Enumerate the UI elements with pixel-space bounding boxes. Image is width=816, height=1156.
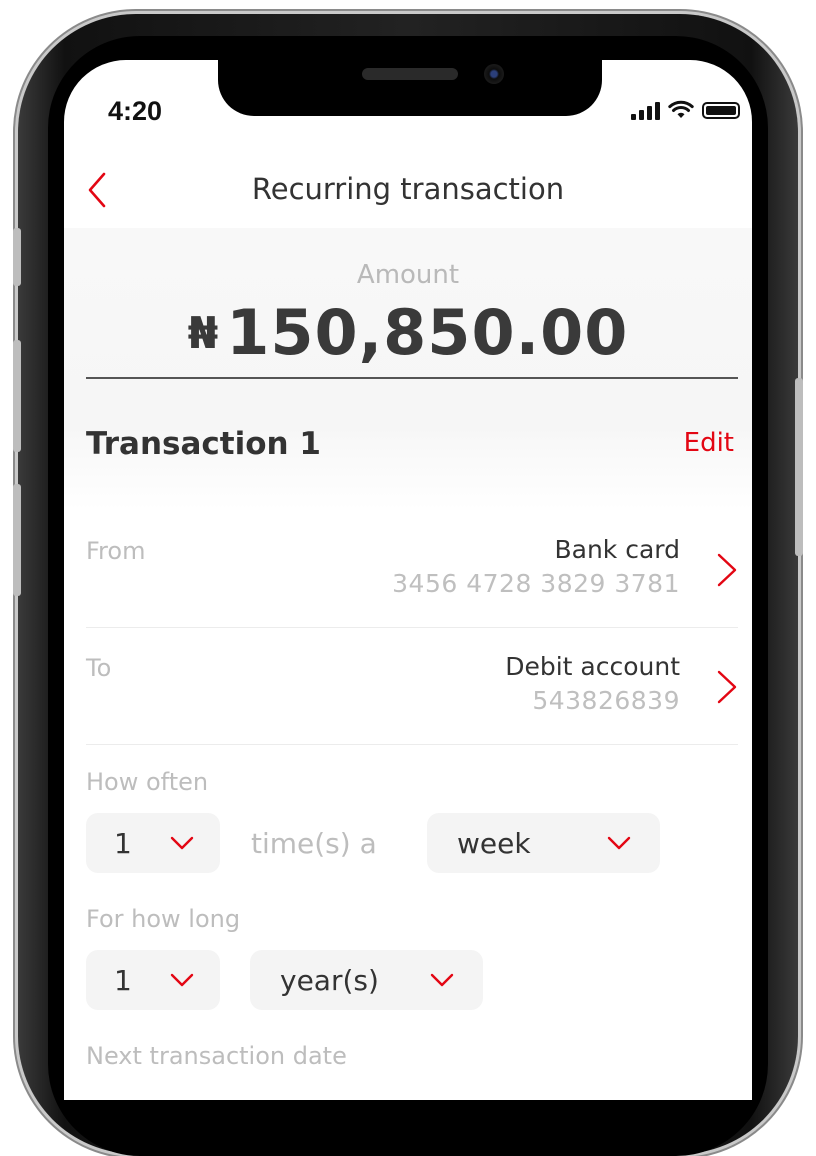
frequency-connector-text: time(s) a: [251, 827, 377, 860]
volume-down-button: [13, 484, 21, 596]
transaction-title: Transaction 1: [86, 426, 321, 462]
nav-header: Recurring transaction: [64, 160, 752, 229]
volume-up-button: [13, 340, 21, 452]
to-row[interactable]: To Debit account 543826839: [86, 628, 738, 745]
chevron-right-icon: [717, 553, 737, 587]
front-camera: [484, 64, 504, 84]
next-transaction-date-label: Next transaction date: [86, 1042, 347, 1070]
to-label: To: [86, 654, 112, 682]
chevron-down-icon: [607, 836, 631, 850]
to-account-number: 543826839: [532, 686, 680, 715]
chevron-down-icon: [170, 973, 194, 987]
edit-link[interactable]: Edit: [684, 428, 734, 458]
app-screen: 4:20 Recurring transaction Amount ₦ 150,8…: [64, 60, 752, 1100]
from-account-number: 3456 4728 3829 3781: [392, 569, 680, 598]
duration-unit-value: year(s): [280, 964, 379, 997]
duration-count-value: 1: [114, 964, 132, 997]
chevron-down-icon: [170, 836, 194, 850]
signal-icon: [631, 100, 660, 120]
duration-count-select[interactable]: 1: [86, 950, 220, 1010]
for-how-long-label: For how long: [86, 905, 241, 933]
amount-label: Amount: [356, 260, 460, 290]
wifi-icon: [668, 100, 694, 118]
amount-section: Amount ₦ 150,850.00 Transaction 1 Edit: [64, 228, 752, 510]
frequency-count-value: 1: [114, 827, 132, 860]
status-time: 4:20: [108, 96, 163, 126]
power-button: [795, 378, 803, 556]
page-title: Recurring transaction: [251, 172, 565, 206]
from-account-name: Bank card: [554, 535, 680, 564]
mute-switch: [13, 228, 21, 286]
battery-icon: [702, 101, 740, 119]
amount-underline: [86, 377, 738, 379]
speaker-grille: [362, 68, 458, 80]
frequency-period-value: week: [457, 827, 531, 860]
how-often-label: How often: [86, 768, 209, 796]
notch: [218, 60, 602, 116]
chevron-down-icon: [430, 973, 454, 987]
chevron-right-icon: [717, 670, 737, 704]
from-label: From: [86, 537, 146, 565]
frequency-period-select[interactable]: week: [427, 813, 660, 873]
amount-value[interactable]: ₦ 150,850.00: [64, 296, 752, 369]
frequency-count-select[interactable]: 1: [86, 813, 220, 873]
from-row[interactable]: From Bank card 3456 4728 3829 3781: [86, 511, 738, 628]
duration-unit-select[interactable]: year(s): [250, 950, 483, 1010]
amount-number: 150,850.00: [226, 296, 629, 369]
currency-symbol: ₦: [187, 308, 219, 359]
status-icons: [631, 100, 740, 120]
to-account-name: Debit account: [505, 652, 680, 681]
